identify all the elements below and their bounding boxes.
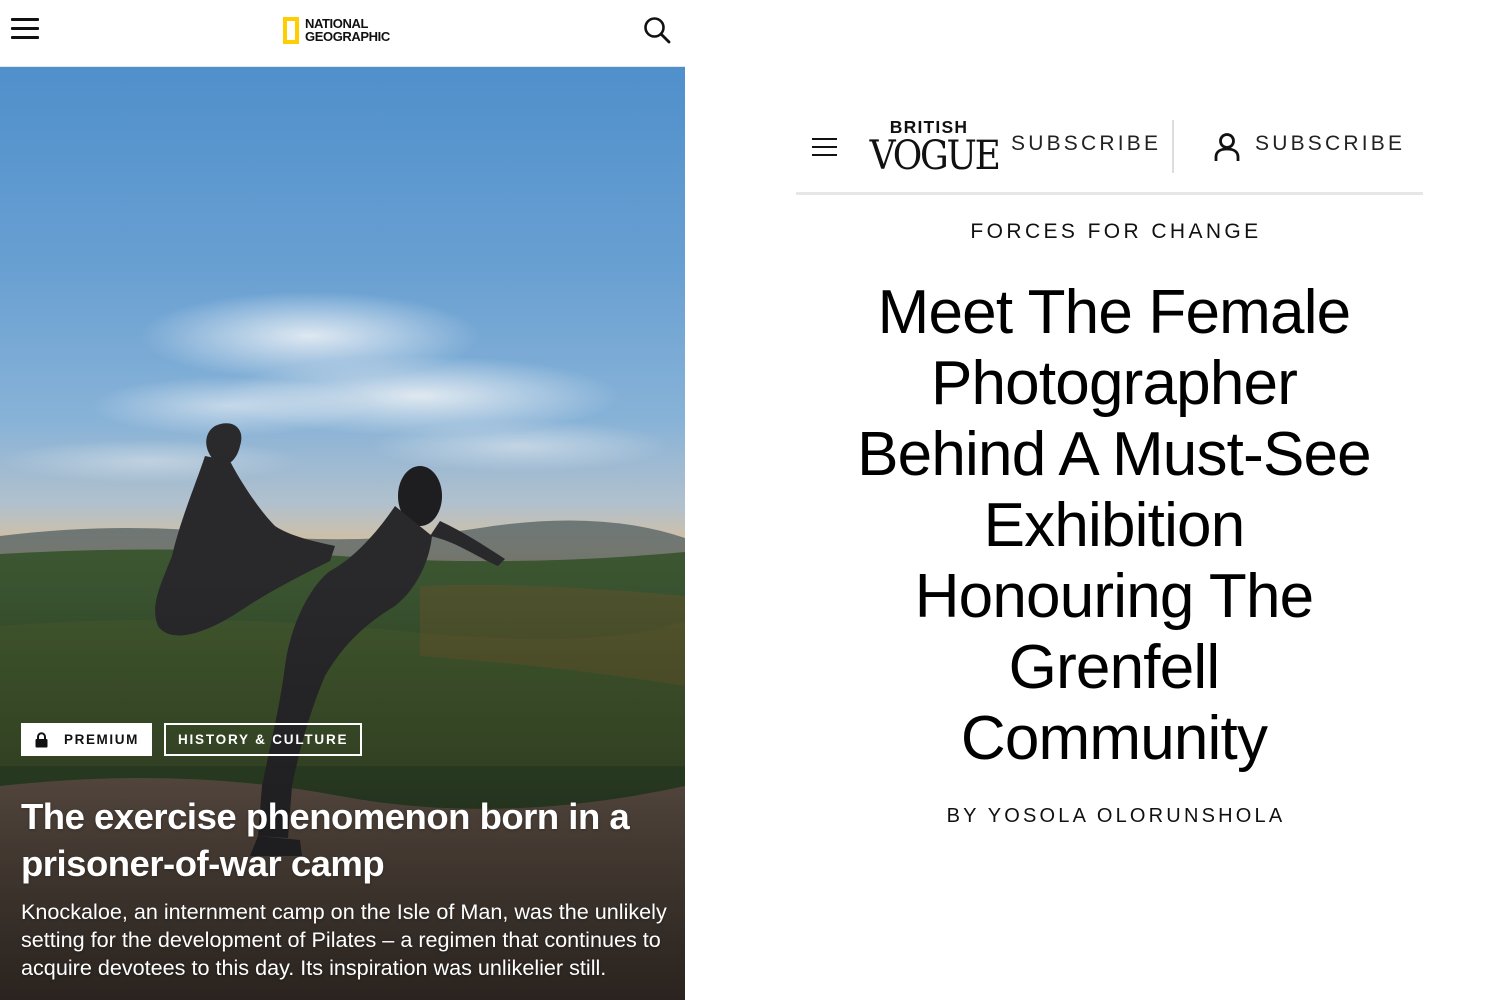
hamburger-menu-icon[interactable] <box>11 17 39 39</box>
hero-image[interactable]: PREMIUM HISTORY & CULTURE The exercise p… <box>0 66 685 1000</box>
premium-label: PREMIUM <box>64 732 139 747</box>
header-divider <box>1172 120 1174 173</box>
natgeo-logo[interactable]: NATIONAL GEOGRAPHIC <box>283 13 390 47</box>
natgeo-wordmark: NATIONAL GEOGRAPHIC <box>305 17 390 43</box>
headline-line: Behind A Must-See <box>857 420 1372 489</box>
lock-icon <box>35 731 48 747</box>
headline-line: Meet The Female <box>877 278 1352 347</box>
logo-line-2: GEOGRAPHIC <box>305 29 390 44</box>
logo-vogue: VOGUE <box>869 133 1001 179</box>
subscribe-link[interactable]: SUBSCRIBE <box>1011 132 1161 156</box>
headline-line: Photographer <box>930 349 1298 418</box>
natgeo-article-page: NATIONAL GEOGRAPHIC PREMIUM HISTORY & CU… <box>0 0 685 1000</box>
headline-line: Exhibition <box>983 491 1246 560</box>
british-vogue-logo[interactable]: BRITISH VOGUE <box>863 117 1001 179</box>
header-bottom-rule <box>796 192 1423 195</box>
hamburger-menu-icon[interactable] <box>812 137 837 157</box>
user-account-icon[interactable] <box>1214 132 1240 162</box>
vogue-article-page: BRITISH VOGUE SUBSCRIBE SUBSCRIBE FORCES… <box>685 0 1500 1000</box>
article-badges: PREMIUM HISTORY & CULTURE <box>21 723 363 756</box>
natgeo-header: NATIONAL GEOGRAPHIC <box>0 0 685 67</box>
headline-line: Honouring The <box>914 562 1314 631</box>
headline-line: Community <box>960 704 1268 773</box>
category-tag-history-culture[interactable]: HISTORY & CULTURE <box>163 723 363 756</box>
article-headline: Meet The Female Photographer Behind A Mu… <box>796 277 1432 774</box>
byline-prefix: BY <box>946 805 980 827</box>
author-link[interactable]: YOSOLA OLORUNSHOLA <box>988 805 1286 827</box>
search-icon[interactable] <box>642 15 672 45</box>
article-rubric[interactable]: FORCES FOR CHANGE <box>796 220 1436 244</box>
yellow-border-icon <box>283 16 299 44</box>
article-title[interactable]: The exercise phenomenon born in a prison… <box>21 793 671 887</box>
category-label: HISTORY & CULTURE <box>177 732 349 747</box>
premium-badge: PREMIUM <box>21 723 152 756</box>
account-subscribe-link[interactable]: SUBSCRIBE <box>1255 132 1405 156</box>
article-dek: Knockaloe, an internment camp on the Isl… <box>21 899 667 980</box>
headline-line: Grenfell <box>1008 633 1221 702</box>
article-byline: BY YOSOLA OLORUNSHOLA <box>796 805 1436 828</box>
